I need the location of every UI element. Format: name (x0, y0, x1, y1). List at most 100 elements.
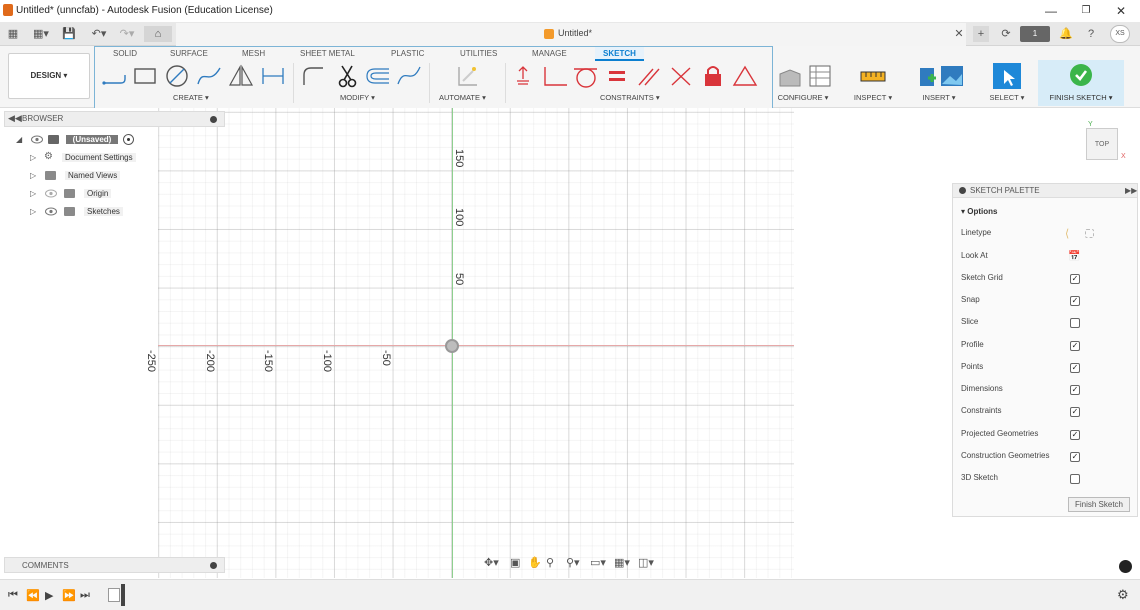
fillet-icon[interactable] (299, 63, 327, 89)
visibility-eye-icon[interactable] (45, 207, 57, 216)
sketch-canvas-grid[interactable] (158, 108, 794, 578)
tangent-constraint-icon[interactable] (571, 63, 599, 89)
new-tab-icon[interactable]: + (973, 26, 989, 42)
activate-radio-icon[interactable] (123, 134, 134, 145)
options-section-header[interactable]: ▾ Options (961, 207, 997, 216)
tree-item-document-settings[interactable]: ▷ ⚙ Document Settings (30, 151, 150, 165)
viewports-icon[interactable]: ◫▾ (638, 556, 654, 569)
tree-item-origin[interactable]: ▷ Origin (30, 187, 150, 201)
comments-pin-icon[interactable] (210, 562, 217, 569)
option-3d-sketch[interactable]: 3D Sketch (961, 473, 1131, 487)
timeline-last-icon[interactable]: ⏭ (80, 589, 90, 602)
tab-sketch[interactable]: SKETCH (595, 47, 644, 61)
close-window-button[interactable]: ✕ (1106, 2, 1136, 20)
collapse-browser-icon[interactable]: ◀◀ (8, 113, 22, 124)
option-snap[interactable]: Snap ✓ (961, 295, 1131, 309)
tab-utilities[interactable]: UTILITIES (460, 47, 497, 61)
view-cube[interactable]: TOP (1086, 128, 1118, 160)
job-status-badge[interactable]: 1 (1020, 26, 1050, 42)
home-icon[interactable]: ⌂ (144, 26, 172, 42)
orbit-icon[interactable]: ✥▾ (484, 556, 499, 569)
browser-pin-icon[interactable] (210, 116, 217, 123)
restore-button[interactable]: ❐ (1071, 2, 1101, 20)
expand-triangle-icon[interactable]: ▷ (30, 153, 36, 162)
origin-point[interactable] (445, 339, 459, 353)
dimension-icon[interactable] (259, 63, 287, 89)
notifications-bell-icon[interactable]: 🔔 (1059, 26, 1073, 42)
option-slice[interactable]: Slice (961, 317, 1131, 331)
option-projected-geometries[interactable]: Projected Geometries ✓ (961, 429, 1131, 443)
automate-icon[interactable] (453, 63, 481, 89)
expand-triangle-icon[interactable]: ▷ (30, 189, 36, 198)
symmetry-constraint-icon[interactable] (731, 63, 759, 89)
comments-panel[interactable]: COMMENTS (4, 557, 225, 573)
expand-triangle-icon[interactable]: ◢ (16, 135, 22, 144)
timeline-marker[interactable] (121, 584, 125, 606)
projected-geometries-checkbox[interactable]: ✓ (1070, 430, 1080, 440)
modify-group-label[interactable]: MODIFY ▾ (340, 93, 375, 102)
snap-checkbox[interactable]: ✓ (1070, 296, 1080, 306)
mirror-icon[interactable] (227, 63, 255, 89)
user-avatar[interactable]: XS (1110, 25, 1130, 43)
look-at-icon[interactable]: 📅 (1068, 251, 1080, 262)
perpendicular-x-constraint-icon[interactable] (667, 63, 695, 89)
tree-root-unsaved[interactable]: ◢ (Unsaved) (16, 133, 156, 147)
constraints-group-label[interactable]: CONSTRAINTS ▾ (600, 93, 660, 102)
circle-icon[interactable] (163, 63, 191, 89)
save-icon[interactable]: 💾 (62, 26, 76, 42)
close-tab-icon[interactable]: ✕ (953, 26, 965, 42)
display-settings-icon[interactable]: ▭▾ (590, 556, 606, 569)
timeline-sketch-feature-icon[interactable] (108, 588, 120, 602)
file-menu-icon[interactable]: ▦▾ (30, 26, 52, 42)
tree-item-sketches[interactable]: ▷ Sketches (30, 205, 150, 219)
spline-icon[interactable] (195, 63, 223, 89)
sketch-grid-checkbox[interactable]: ✓ (1070, 274, 1080, 284)
finish-sketch-button[interactable]: FINISH SKETCH ▾ (1038, 60, 1124, 106)
visibility-eye-icon[interactable] (31, 135, 43, 144)
pan-hand-icon[interactable]: ✋ (528, 556, 542, 569)
expand-triangle-icon[interactable]: ▷ (30, 207, 36, 216)
zoom-window-icon[interactable]: ⚲▾ (566, 556, 580, 569)
insert-group[interactable]: INSERT ▾ (910, 48, 968, 106)
redo-icon[interactable]: ↷▾ (116, 26, 138, 42)
3d-sketch-checkbox[interactable] (1070, 474, 1080, 484)
palette-header[interactable]: SKETCH PALETTE ▶▶ (953, 184, 1137, 198)
tab-plastic[interactable]: PLASTIC (391, 47, 424, 61)
lock-constraint-icon[interactable] (699, 63, 727, 89)
equal-constraint-icon[interactable] (603, 63, 631, 89)
dimensions-checkbox[interactable]: ✓ (1070, 385, 1080, 395)
parallel-constraint-icon[interactable] (635, 63, 663, 89)
construction-geometries-checkbox[interactable]: ✓ (1070, 452, 1080, 462)
line-icon[interactable] (101, 63, 129, 89)
timeline-next-icon[interactable]: ⏩ (62, 589, 76, 602)
look-at-nav-icon[interactable]: ▣ (510, 556, 520, 569)
tab-sheet-metal[interactable]: SHEET METAL (300, 47, 355, 61)
tab-surface[interactable]: SURFACE (170, 47, 208, 61)
minimize-button[interactable]: — (1036, 2, 1066, 20)
extensions-icon[interactable]: ⟳ (998, 26, 1014, 42)
grid-settings-icon[interactable]: ▦▾ (614, 556, 630, 569)
option-construction-geometries[interactable]: Construction Geometries ✓ (961, 451, 1131, 465)
data-panel-grid-icon[interactable]: ▦ (6, 26, 20, 42)
rectangle-icon[interactable] (131, 63, 159, 89)
linetype-centerline-icon[interactable] (1085, 229, 1094, 238)
timeline-first-icon[interactable]: ⏮ (8, 589, 18, 602)
option-linetype[interactable]: Linetype ⟨ (961, 228, 1131, 242)
trim-scissors-icon[interactable] (333, 63, 361, 89)
timeline-settings-gear-icon[interactable]: ⚙ (1117, 587, 1129, 603)
option-sketch-grid[interactable]: Sketch Grid ✓ (961, 273, 1131, 287)
select-group[interactable]: SELECT ▾ (982, 48, 1032, 106)
option-look-at[interactable]: Look At 📅 (961, 251, 1131, 265)
linetype-construction-icon[interactable]: ⟨ (1065, 227, 1069, 240)
automate-group-label[interactable]: AUTOMATE ▾ (439, 93, 486, 102)
offset-icon[interactable] (363, 63, 391, 89)
palette-expand-icon[interactable]: ▶▶ (1125, 186, 1137, 195)
tab-manage[interactable]: MANAGE (532, 47, 567, 61)
workspace-selector[interactable]: DESIGN ▾ (8, 53, 90, 99)
undo-icon[interactable]: ↶▾ (88, 26, 110, 42)
option-profile[interactable]: Profile ✓ (961, 340, 1131, 354)
timeline-play-icon[interactable]: ▶ (45, 589, 53, 602)
palette-finish-sketch-button[interactable]: Finish Sketch (1068, 497, 1130, 512)
browser-panel-header[interactable]: ◀◀ BROWSER (4, 111, 225, 127)
perpendicular-constraint-icon[interactable] (541, 63, 569, 89)
